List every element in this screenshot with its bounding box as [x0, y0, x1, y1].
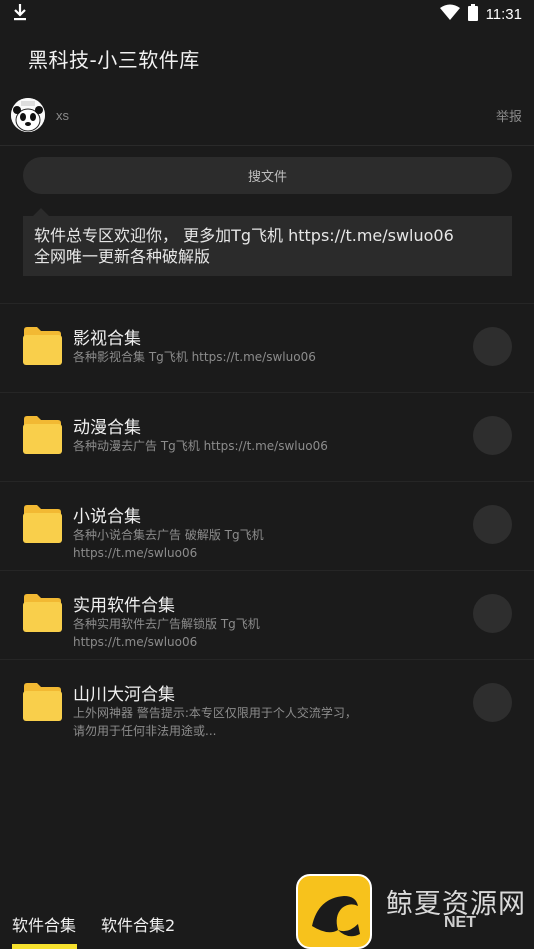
folder-icon: [22, 415, 63, 455]
item-desc: 各种小说合集去广告 破解版 Tg飞机 https://t.me/swluo06: [73, 528, 264, 560]
item-desc: 上外网神器 警告提示:本专区仅限用于个人交流学习，请勿用于任何非法用途或...: [73, 706, 357, 738]
notice-bubble: 软件总专区欢迎你， 更多加Tg飞机 https://t.me/swluo06 全…: [23, 208, 512, 276]
wifi-icon: [439, 4, 460, 24]
select-circle[interactable]: [473, 416, 512, 455]
item-title: 山川大河合集: [73, 685, 175, 705]
active-tab-indicator: [12, 944, 77, 949]
notice-line-1: 软件总专区欢迎你， 更多加Tg飞机 https://t.me/swluo06: [34, 226, 454, 245]
report-link[interactable]: 举报: [496, 106, 522, 125]
author-name[interactable]: xs: [56, 108, 69, 123]
item-title: 小说合集: [73, 507, 141, 527]
battery-icon: [467, 3, 478, 25]
item-title: 实用软件合集: [73, 596, 175, 616]
item-desc: 各种实用软件去广告解锁版 Tg飞机 https://t.me/swluo06: [73, 617, 260, 649]
watermark-net: NET: [444, 914, 476, 931]
author-row: xs 举报: [0, 96, 534, 136]
panda-avatar-icon: [11, 98, 45, 132]
divider: [0, 145, 534, 146]
item-title: 动漫合集: [73, 418, 141, 438]
select-circle[interactable]: [473, 594, 512, 633]
tab-software-collection[interactable]: 软件合集: [12, 912, 76, 936]
item-desc: 各种影视合集 Tg飞机 https://t.me/swluo06: [73, 350, 316, 364]
watermark: 鲸夏资源网 NET: [296, 874, 534, 949]
whale-logo-icon: [296, 874, 372, 949]
notice-line-2: 全网唯一更新各种破解版: [34, 247, 211, 266]
list-item[interactable]: 实用软件合集 各种实用软件去广告解锁版 Tg飞机 https://t.me/sw…: [0, 570, 534, 659]
status-time: 11:31: [485, 5, 522, 23]
folder-icon: [22, 682, 63, 722]
item-title: 影视合集: [73, 329, 141, 349]
list-item[interactable]: 动漫合集 各种动漫去广告 Tg飞机 https://t.me/swluo06: [0, 392, 534, 481]
status-bar: 11:31: [0, 0, 534, 28]
folder-icon: [22, 326, 63, 366]
list-item[interactable]: 影视合集 各种影视合集 Tg飞机 https://t.me/swluo06: [0, 303, 534, 392]
search-button[interactable]: 搜文件: [23, 157, 512, 194]
item-desc: 各种动漫去广告 Tg飞机 https://t.me/swluo06: [73, 439, 328, 453]
list-item[interactable]: 小说合集 各种小说合集去广告 破解版 Tg飞机 https://t.me/swl…: [0, 481, 534, 570]
folder-icon: [22, 504, 63, 544]
page-title: 黑科技-小三软件库: [28, 48, 200, 72]
select-circle[interactable]: [473, 505, 512, 544]
avatar[interactable]: [11, 98, 45, 132]
tab-software-collection-2[interactable]: 软件合集2: [101, 912, 175, 936]
download-icon: [12, 3, 28, 25]
folder-icon: [22, 593, 63, 633]
list-item[interactable]: 山川大河合集 上外网神器 警告提示:本专区仅限用于个人交流学习，请勿用于任何非法…: [0, 659, 534, 748]
file-list: 影视合集 各种影视合集 Tg飞机 https://t.me/swluo06 动漫…: [0, 303, 534, 748]
select-circle[interactable]: [473, 683, 512, 722]
select-circle[interactable]: [473, 327, 512, 366]
